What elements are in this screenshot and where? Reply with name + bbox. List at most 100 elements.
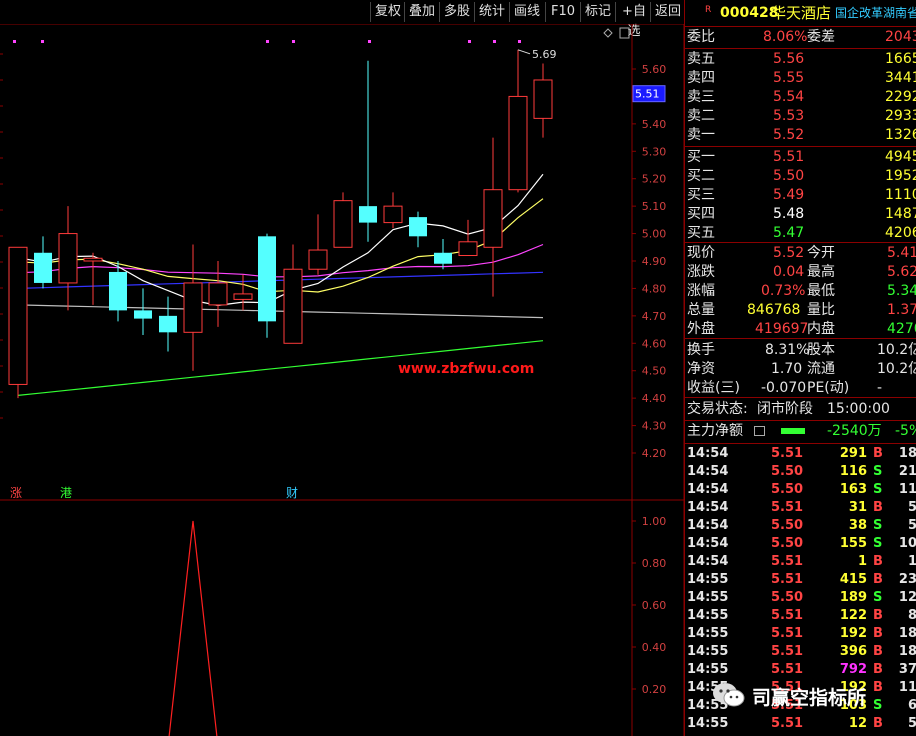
- tick-row: 14:54 5.50 155 S 10: [687, 536, 916, 551]
- price-tick-label: 5.40: [642, 118, 667, 131]
- tick-row: 14:55 5.51 12 B 5: [687, 716, 916, 731]
- list-icon[interactable]: [754, 426, 765, 436]
- candle-body-down: [134, 310, 152, 319]
- signal-dot: [292, 40, 295, 43]
- price-tick-label: 5.60: [642, 63, 667, 76]
- current-price-label: 5.51: [635, 88, 660, 101]
- signal-dot: [468, 40, 471, 43]
- price-tick-label: 5.00: [642, 228, 667, 241]
- indicator-tick-label: 0.80: [642, 557, 667, 570]
- kline-chart[interactable]: 5.605.505.405.305.205.105.004.904.804.70…: [0, 24, 684, 736]
- indicator-line: [168, 520, 218, 736]
- price-tick-label: 4.30: [642, 420, 667, 433]
- sector-link[interactable]: 国企改革湖南省: [835, 4, 916, 23]
- price-tick-label: 5.30: [642, 145, 667, 158]
- ask-row: 卖三5.542292: [687, 89, 916, 105]
- toolbar-button-5[interactable]: F10: [545, 2, 580, 22]
- price-tick-label: 5.20: [642, 173, 667, 186]
- candle-body-up: [208, 282, 228, 306]
- main-fund-row: 主力净额 -2540万 -5%: [687, 423, 916, 439]
- candle-body-up: [483, 189, 503, 248]
- candle-body-up: [508, 95, 528, 191]
- candle-body-down: [109, 271, 127, 311]
- candle-body-down: [434, 252, 452, 264]
- event-marker: 涨: [10, 485, 22, 500]
- ask-row: 卖一5.521326: [687, 127, 916, 143]
- candle-body-down: [34, 252, 52, 283]
- stat2-row: 净资 1.70 流通 10.2亿: [687, 361, 916, 377]
- tick-row: 14:55 5.51 122 B 8: [687, 608, 916, 623]
- signal-dot: [266, 40, 269, 43]
- trade-status-row: 交易状态: 闭市阶段 15:00:00: [687, 401, 890, 417]
- signal-dot: [13, 40, 16, 43]
- ask-row: 卖四5.553441: [687, 70, 916, 86]
- signal-dot: [41, 40, 44, 43]
- tick-row: 14:54 5.51 291 B 18: [687, 446, 916, 461]
- tick-row: 14:55 5.51 396 B 18: [687, 644, 916, 659]
- candle-body-down: [409, 217, 427, 237]
- stat2-row: 收益(三) -0.070 PE(动) -: [687, 380, 883, 396]
- bid-row: 买五5.474206: [687, 225, 916, 241]
- stock-code: 000428: [720, 5, 779, 21]
- ask-row: 卖五5.561665: [687, 51, 916, 67]
- candle-body-down: [258, 236, 276, 322]
- ask-row: 卖二5.532933: [687, 108, 916, 124]
- diamond-icon: [603, 28, 613, 38]
- bid-row: 买四5.481487: [687, 206, 916, 222]
- fund-bar: [781, 428, 805, 434]
- toolbar-button-1[interactable]: 叠加: [404, 2, 439, 22]
- tick-row: 14:54 5.51 1 B 1: [687, 554, 916, 569]
- stat-row: 现价 5.52 今开 5.41: [687, 245, 916, 261]
- tick-row: 14:55 5.51 792 B 37: [687, 662, 916, 677]
- toolbar-button-7[interactable]: +自选: [615, 2, 652, 39]
- bid-row: 买一5.514945: [687, 149, 916, 165]
- candle-body-up: [8, 246, 28, 385]
- price-tick-label: 4.90: [642, 255, 667, 268]
- candle-body-up: [383, 205, 403, 224]
- stat-row: 涨跌 0.04 最高 5.62: [687, 264, 916, 280]
- toolbar-button-2[interactable]: 多股: [439, 2, 474, 22]
- tick-row: 14:55 5.51 415 B 23: [687, 572, 916, 587]
- watermark-text: 司赢空指标所: [752, 687, 867, 709]
- candle-body-up: [458, 241, 478, 257]
- tick-row: 14:55 5.50 189 S 12: [687, 590, 916, 605]
- candle-body-up: [183, 282, 203, 333]
- candle-body-up: [283, 268, 303, 344]
- quote-panel: R 000428 华天酒店 国企改革湖南省 委比 8.06% 委差 2043 卖…: [684, 0, 916, 736]
- tick-row: 14:54 5.51 31 B 5: [687, 500, 916, 515]
- top-toolbar: 复权 叠加 多股 统计 画线 F10 标记 +自选 返回: [0, 0, 685, 39]
- candle-body-up: [308, 249, 328, 270]
- toolbar-button-4[interactable]: 画线: [509, 2, 544, 22]
- candle-body-up: [58, 233, 78, 284]
- indicator-tick-label: 0.60: [642, 599, 667, 612]
- candle-body-up: [533, 79, 553, 119]
- signal-dot: [493, 40, 496, 43]
- bid-row: 买二5.501952: [687, 168, 916, 184]
- event-marker: 港: [60, 486, 72, 500]
- stat-row: 总量 846768 量比 1.37: [687, 302, 916, 318]
- window-toggle-icon: [619, 27, 630, 39]
- wechat-icon: [712, 682, 746, 708]
- stat-row: 外盘419697内盘427071: [687, 321, 916, 337]
- toolbar-button-3[interactable]: 统计: [474, 2, 509, 22]
- toolbar-button-6[interactable]: 标记: [580, 2, 615, 22]
- stock-header: R 000428 华天酒店 国企改革湖南省: [685, 4, 916, 24]
- wechat-watermark: 司赢空指标所: [708, 682, 908, 712]
- signal-dot: [368, 40, 371, 43]
- price-tick-label: 4.40: [642, 392, 667, 405]
- toolbar-button-0[interactable]: 复权: [370, 2, 405, 22]
- candle-body-down: [359, 206, 377, 223]
- price-tick-label: 4.70: [642, 310, 667, 323]
- indicator-tick-label: 0.40: [642, 641, 667, 654]
- indicator-tick-label: 0.20: [642, 683, 667, 696]
- toolbar-button-8[interactable]: 返回: [650, 2, 685, 22]
- price-tick-label: 4.60: [642, 337, 667, 350]
- indicator-tick-label: 1.00: [642, 515, 667, 528]
- candle-body-down: [159, 315, 177, 333]
- ma-gray-line: [17, 304, 544, 319]
- stat2-row: 换手 8.31% 股本 10.2亿: [687, 342, 916, 358]
- stock-terminal-window: 复权叠加多股统计画线F10标记+自选返回 5.605.505.405.305.2…: [0, 0, 916, 736]
- price-tick-label: 5.10: [642, 200, 667, 213]
- high-annotation-line: [517, 49, 531, 55]
- signal-dot: [518, 40, 521, 43]
